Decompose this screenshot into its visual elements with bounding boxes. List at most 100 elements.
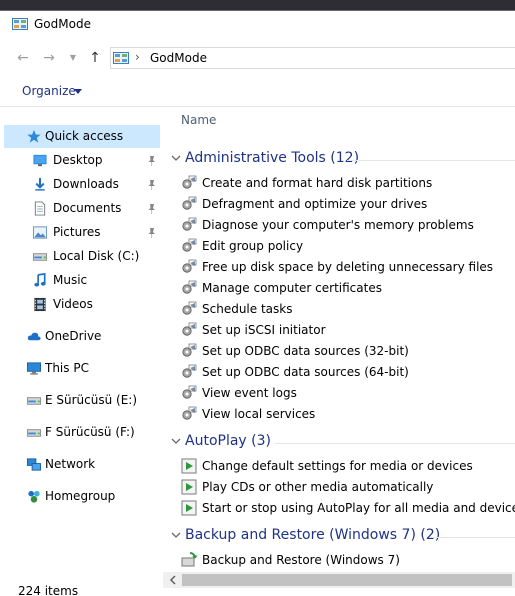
chevron-down-icon[interactable] bbox=[171, 436, 181, 446]
tools-gear-icon bbox=[182, 238, 197, 252]
scrollbar-thumb[interactable] bbox=[182, 574, 512, 586]
tools-gear-icon bbox=[182, 196, 197, 210]
sidebar-item-documents[interactable]: Documents bbox=[4, 197, 160, 220]
list-item[interactable]: Schedule tasks bbox=[181, 299, 511, 320]
sidebar-item-this-pc[interactable]: This PC bbox=[4, 357, 160, 380]
tools-gear-icon bbox=[182, 301, 197, 315]
chevron-down-icon[interactable] bbox=[171, 530, 181, 540]
sidebar-item-label: This PC bbox=[45, 361, 89, 375]
network-icon bbox=[26, 458, 42, 471]
tools-gear-icon bbox=[182, 217, 197, 231]
list-item-label: Edit group policy bbox=[202, 239, 304, 253]
sidebar-item-local-disk-c[interactable]: Local Disk (C:) bbox=[4, 245, 160, 268]
list-item[interactable]: Set up ODBC data sources (64-bit) bbox=[181, 362, 511, 383]
back-arrow-icon[interactable]: ← bbox=[14, 49, 32, 67]
sidebar-item-desktop[interactable]: Desktop bbox=[4, 149, 160, 172]
autoplay-icon bbox=[181, 479, 197, 495]
sidebar-item-network[interactable]: Network bbox=[4, 453, 160, 476]
list-item[interactable]: Edit group policy bbox=[181, 236, 511, 257]
sidebar-item-label: E Sürücüsü (E:) bbox=[45, 393, 138, 407]
list-item[interactable]: Free up disk space by deleting unnecessa… bbox=[181, 257, 511, 278]
list-item-label: Set up ODBC data sources (32-bit) bbox=[202, 344, 409, 358]
window-title: GodMode bbox=[34, 17, 91, 31]
sidebar-item-homegroup[interactable]: Homegroup bbox=[4, 485, 160, 508]
sidebar-item-label: Local Disk (C:) bbox=[53, 249, 140, 263]
pin-icon bbox=[148, 156, 155, 166]
list-item-label: Set up ODBC data sources (64-bit) bbox=[202, 365, 409, 379]
command-bar: Organize bbox=[0, 79, 515, 107]
autoplay-icon bbox=[181, 500, 197, 516]
list-item-label: Manage computer certificates bbox=[202, 281, 382, 295]
sidebar-item-f-s-r-c-s-f[interactable]: F Sürücüsü (F:) bbox=[4, 421, 160, 444]
sidebar-item-label: Network bbox=[45, 457, 96, 471]
list-item[interactable]: Defragment and optimize your drives bbox=[181, 194, 511, 215]
list-item-label: View event logs bbox=[202, 386, 297, 400]
list-item-label: View local services bbox=[202, 407, 316, 421]
tools-gear-icon bbox=[182, 280, 197, 294]
pictures-icon bbox=[32, 226, 48, 239]
tools-gear-icon bbox=[182, 364, 197, 378]
list-item-label: Change default settings for media or dev… bbox=[202, 459, 473, 473]
horizontal-scrollbar[interactable] bbox=[163, 572, 515, 588]
sidebar-item-label: Pictures bbox=[53, 225, 101, 239]
list-item[interactable]: View local services bbox=[181, 404, 511, 425]
list-item-label: Defragment and optimize your drives bbox=[202, 197, 428, 211]
breadcrumb-godmode[interactable]: GodMode bbox=[150, 51, 207, 65]
list-item[interactable]: Change default settings for media or dev… bbox=[181, 456, 511, 477]
pin-icon bbox=[148, 204, 155, 214]
sidebar-item-videos[interactable]: Videos bbox=[4, 293, 160, 316]
drive-icon bbox=[32, 253, 48, 261]
autoplay-icon bbox=[181, 458, 197, 474]
tools-gear-icon bbox=[182, 259, 197, 273]
pin-icon bbox=[148, 228, 155, 238]
column-header-name[interactable]: Name bbox=[181, 113, 216, 127]
group-header[interactable]: Administrative Tools (12) bbox=[163, 149, 515, 171]
computer-icon bbox=[26, 362, 42, 375]
group-title[interactable]: Backup and Restore (Windows 7) (2) bbox=[185, 527, 440, 543]
list-item[interactable]: Set up ODBC data sources (32-bit) bbox=[181, 341, 511, 362]
list-item[interactable]: Diagnose your computer's memory problems bbox=[181, 215, 511, 236]
up-arrow-icon[interactable]: ↑ bbox=[86, 49, 104, 67]
list-item[interactable]: Backup and Restore (Windows 7) bbox=[181, 550, 511, 571]
group-title[interactable]: Administrative Tools (12) bbox=[185, 150, 359, 166]
download-arrow-icon bbox=[35, 177, 45, 191]
pin-icon bbox=[148, 180, 155, 190]
tools-gear-icon bbox=[182, 406, 197, 420]
sidebar-item-e-s-r-c-s-e[interactable]: E Sürücüsü (E:) bbox=[4, 389, 160, 412]
chevron-down-icon[interactable] bbox=[74, 89, 82, 94]
file-list: Name Administrative Tools (12) Create and… bbox=[163, 109, 515, 572]
film-icon bbox=[34, 297, 46, 312]
chevron-down-icon[interactable]: ▼ bbox=[64, 49, 82, 67]
list-item[interactable]: View event logs bbox=[181, 383, 511, 404]
list-item[interactable]: Manage computer certificates bbox=[181, 278, 511, 299]
list-item-label: Play CDs or other media automatically bbox=[202, 480, 434, 494]
list-item-label: Diagnose your computer's memory problems bbox=[202, 218, 474, 232]
group-header[interactable]: Backup and Restore (Windows 7) (2) bbox=[163, 526, 515, 548]
sidebar-item-quick-access[interactable]: Quick access bbox=[4, 125, 160, 148]
address-bar[interactable]: › GodMode bbox=[110, 47, 515, 69]
list-item[interactable]: Create and format hard disk partitions bbox=[181, 173, 511, 194]
sidebar-item-label: OneDrive bbox=[45, 329, 102, 343]
breadcrumb-separator[interactable]: › bbox=[135, 50, 140, 64]
scroll-left-icon[interactable] bbox=[169, 575, 177, 585]
list-item[interactable]: Set up iSCSI initiator bbox=[181, 320, 511, 341]
forward-arrow-icon[interactable]: → bbox=[40, 49, 58, 67]
sidebar-item-pictures[interactable]: Pictures bbox=[4, 221, 160, 244]
group-title[interactable]: AutoPlay (3) bbox=[185, 433, 271, 449]
organize-button[interactable]: Organize bbox=[22, 84, 76, 98]
sidebar-item-onedrive[interactable]: OneDrive bbox=[4, 325, 160, 348]
list-item[interactable]: Start or stop using AutoPlay for all med… bbox=[181, 498, 515, 519]
list-item[interactable]: Play CDs or other media automatically bbox=[181, 477, 511, 498]
list-item-label: Start or stop using AutoPlay for all med… bbox=[202, 501, 515, 515]
documents-icon bbox=[34, 201, 46, 216]
group-divider bbox=[347, 160, 515, 161]
music-note-icon bbox=[34, 273, 46, 287]
backup-restore-icon bbox=[181, 552, 197, 567]
list-item-label: Schedule tasks bbox=[202, 302, 293, 316]
sidebar-item-downloads[interactable]: Downloads bbox=[4, 173, 160, 196]
list-item-label: Backup and Restore (Windows 7) bbox=[202, 553, 400, 567]
sidebar-item-label: Videos bbox=[53, 297, 93, 311]
group-header[interactable]: AutoPlay (3) bbox=[163, 432, 515, 454]
chevron-down-icon[interactable] bbox=[171, 153, 181, 163]
sidebar-item-music[interactable]: Music bbox=[4, 269, 160, 292]
